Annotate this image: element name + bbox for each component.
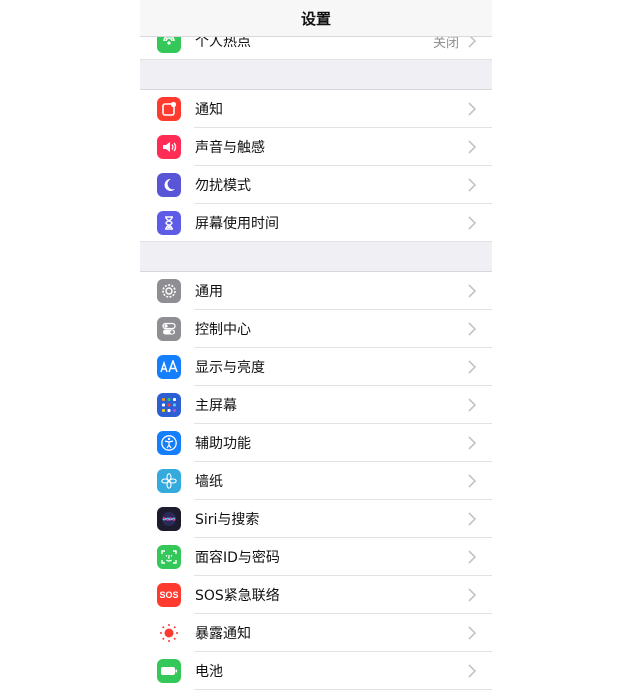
settings-row-label: 勿扰模式 xyxy=(195,178,251,194)
page-title: 设置 xyxy=(300,9,331,28)
settings-row-label: 主屏幕 xyxy=(195,398,237,414)
siri-icon xyxy=(157,507,181,531)
settings-row-battery[interactable]: 电池 xyxy=(140,652,492,690)
settings-row-notifications[interactable]: 通知 xyxy=(140,90,492,128)
accessibility-icon xyxy=(157,431,181,455)
chevron-right-icon xyxy=(468,140,476,154)
settings-row-wallpaper[interactable]: 墙纸 xyxy=(140,462,492,500)
notification-icon xyxy=(157,97,181,121)
settings-row-label: 屏幕使用时间 xyxy=(195,216,279,232)
settings-row-next[interactable] xyxy=(140,690,492,699)
flower-icon xyxy=(157,469,181,493)
settings-row-label: 面容ID与密码 xyxy=(195,550,280,566)
settings-row-general[interactable]: 通用 xyxy=(140,272,492,310)
sos-badge-text: SOS xyxy=(159,590,179,600)
settings-row-display-brightness[interactable]: 显示与亮度 xyxy=(140,348,492,386)
exposure-icon xyxy=(157,621,181,645)
chevron-right-icon xyxy=(468,626,476,640)
moon-icon xyxy=(157,173,181,197)
chevron-right-icon xyxy=(468,284,476,298)
settings-row-label: 暴露通知 xyxy=(195,626,251,642)
settings-row-label: 控制中心 xyxy=(195,322,251,338)
settings-row-label: 声音与触感 xyxy=(195,140,265,156)
settings-row-exposure-notifications[interactable]: 暴露通知 xyxy=(140,614,492,652)
settings-row-do-not-disturb[interactable]: 勿扰模式 xyxy=(140,166,492,204)
settings-row-label: 电池 xyxy=(195,664,223,680)
chevron-right-icon xyxy=(468,102,476,116)
settings-row-faceid-passcode[interactable]: 面容ID与密码 xyxy=(140,538,492,576)
settings-row-screen-time[interactable]: 屏幕使用时间 xyxy=(140,204,492,242)
sos-icon: SOS xyxy=(157,583,181,607)
chevron-right-icon xyxy=(468,512,476,526)
settings-screen: 设置 个人热点 关闭 通知 声音与触感 勿扰模式 屏幕使用时间 通用 控制中心 … xyxy=(140,0,492,699)
chevron-right-icon xyxy=(468,398,476,412)
hourglass-icon xyxy=(157,211,181,235)
settings-row-label: 显示与亮度 xyxy=(195,360,265,376)
gear-icon xyxy=(157,279,181,303)
settings-row-label: Siri与搜索 xyxy=(195,512,260,528)
settings-row-label: 墙纸 xyxy=(195,474,223,490)
settings-row-emergency-sos[interactable]: SOS SOS紧急联络 xyxy=(140,576,492,614)
settings-row-siri-search[interactable]: Siri与搜索 xyxy=(140,500,492,538)
chevron-right-icon xyxy=(468,322,476,336)
toggles-icon xyxy=(157,317,181,341)
settings-row-label: 辅助功能 xyxy=(195,436,251,452)
settings-row-accessibility[interactable]: 辅助功能 xyxy=(140,424,492,462)
settings-row-label: SOS紧急联络 xyxy=(195,588,280,604)
settings-row-label: 通用 xyxy=(195,284,223,300)
chevron-right-icon xyxy=(468,360,476,374)
settings-row-sounds[interactable]: 声音与触感 xyxy=(140,128,492,166)
chevron-right-icon xyxy=(468,178,476,192)
chevron-right-icon xyxy=(468,588,476,602)
battery-icon xyxy=(157,659,181,683)
settings-row-control-center[interactable]: 控制中心 xyxy=(140,310,492,348)
home-grid-icon xyxy=(157,393,181,417)
faceid-icon xyxy=(157,545,181,569)
navigation-bar: 设置 xyxy=(140,0,492,37)
chevron-right-icon xyxy=(468,216,476,230)
settings-row-label: 通知 xyxy=(195,102,223,118)
chevron-right-icon xyxy=(468,664,476,678)
chevron-right-icon xyxy=(468,436,476,450)
speaker-icon xyxy=(157,135,181,159)
settings-row-home-screen[interactable]: 主屏幕 xyxy=(140,386,492,424)
text-size-icon xyxy=(157,355,181,379)
chevron-right-icon xyxy=(468,550,476,564)
chevron-right-icon xyxy=(468,474,476,488)
